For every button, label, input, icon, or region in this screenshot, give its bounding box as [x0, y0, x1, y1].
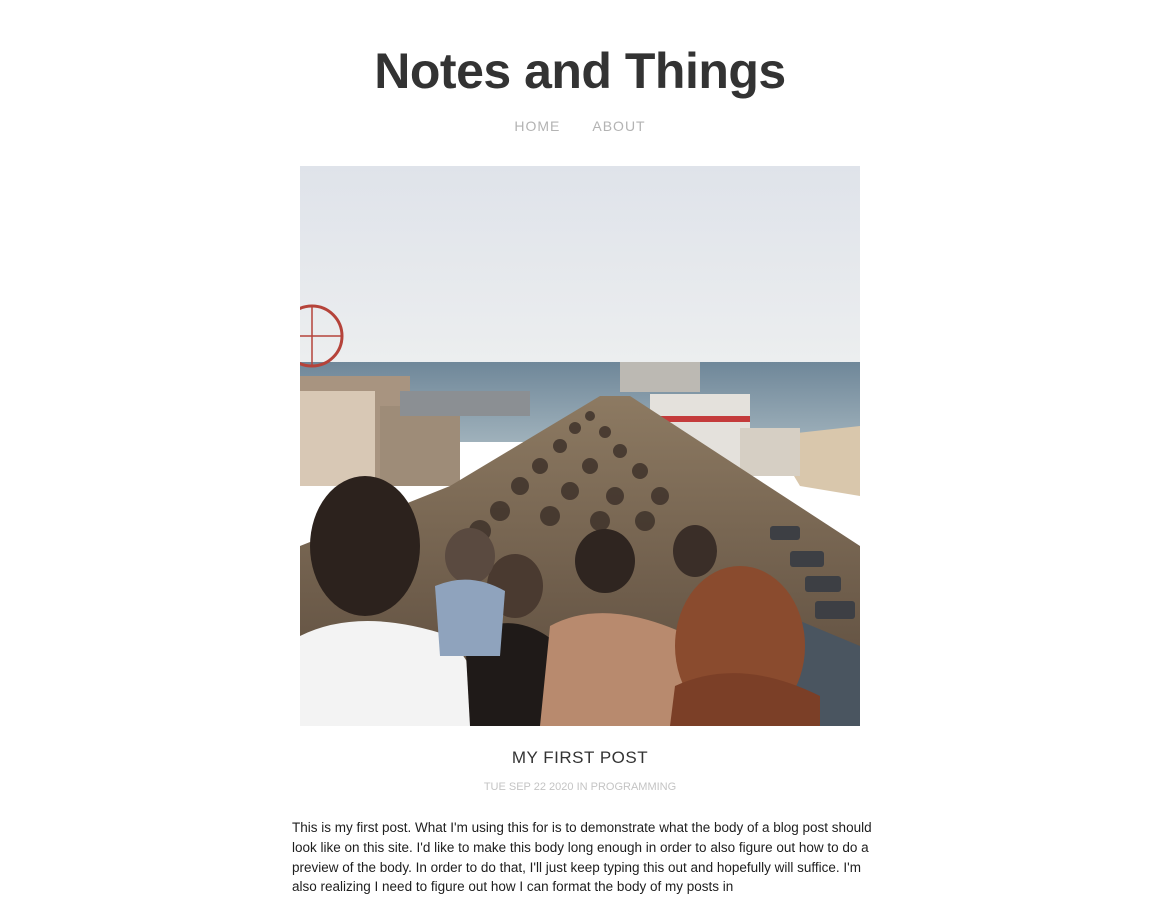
nav-about-link[interactable]: ABOUT	[592, 118, 645, 134]
site-header: Notes and Things HOME ABOUT	[0, 0, 1160, 134]
post-date: TUE SEP 22 2020	[483, 781, 574, 793]
post-title[interactable]: MY FIRST POST	[0, 748, 1160, 768]
site-title[interactable]: Notes and Things	[0, 42, 1160, 100]
post-category-link[interactable]: PROGRAMMING	[591, 781, 677, 793]
pier-photo-illustration	[300, 166, 860, 726]
post-featured-image[interactable]	[300, 166, 860, 726]
nav-home-link[interactable]: HOME	[514, 118, 560, 134]
post-meta-joiner: IN	[576, 781, 588, 793]
site-nav: HOME ABOUT	[0, 118, 1160, 134]
post-body: This is my first post. What I'm using th…	[292, 820, 872, 895]
post-meta: TUE SEP 22 2020 IN PROGRAMMING	[0, 781, 1160, 793]
